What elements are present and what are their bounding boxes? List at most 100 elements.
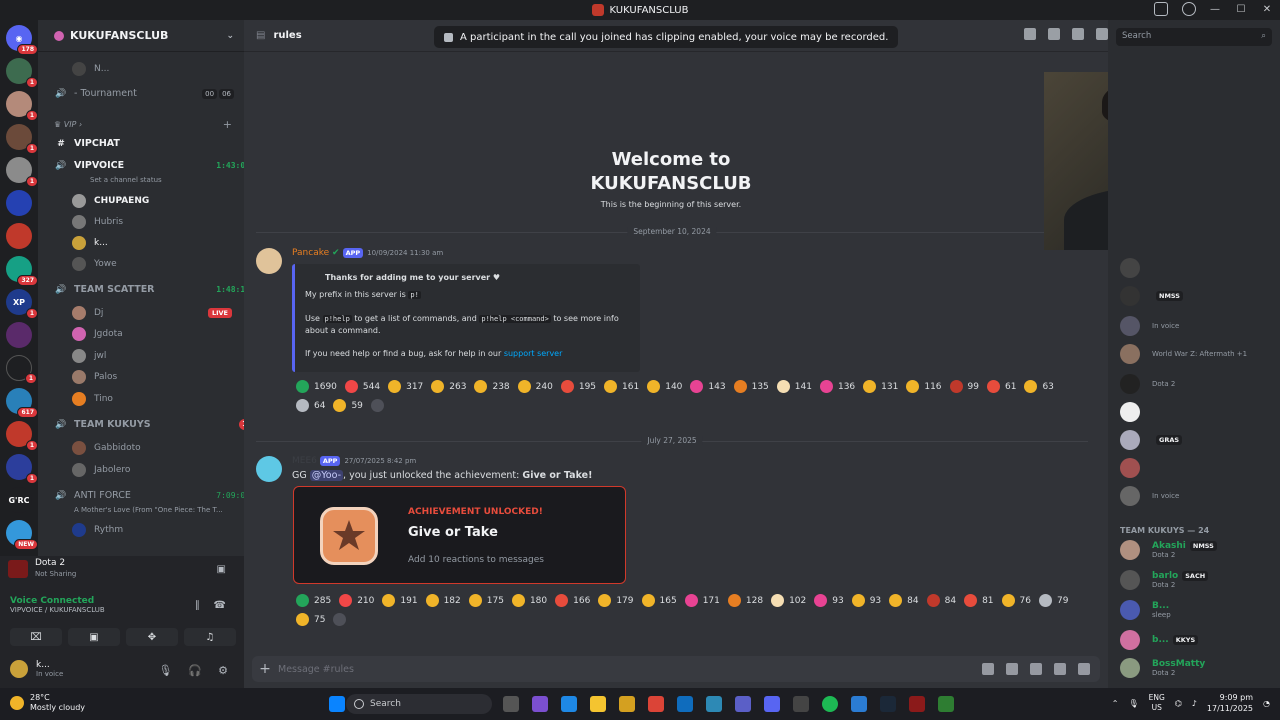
reaction[interactable]: 136	[819, 380, 855, 393]
emoji-icon[interactable]	[1054, 663, 1066, 675]
reaction[interactable]: 75	[296, 613, 325, 626]
outlook-icon[interactable]	[676, 696, 693, 712]
message-input[interactable]: Message #rules	[278, 664, 354, 675]
channel-vipchat[interactable]: # VIPCHAT	[54, 138, 244, 149]
server-icon[interactable]: 327	[6, 256, 38, 286]
clock[interactable]: 9:09 pm 17/11/2025	[1207, 692, 1253, 714]
channel-team-scatter[interactable]: 🔊 TEAM SCATTER 1:48:18	[54, 284, 244, 295]
help-icon[interactable]	[1182, 2, 1196, 16]
reaction[interactable]: 180	[511, 594, 547, 607]
channel-team-kukuys[interactable]: 🔊TEAM KUKUYS1	[54, 419, 244, 430]
settings-icon[interactable]	[792, 696, 809, 712]
server-icon[interactable]	[6, 322, 32, 348]
store-icon[interactable]	[618, 696, 635, 712]
volume-icon[interactable]: ♪	[1192, 699, 1197, 708]
author-name[interactable]: MEE6	[292, 456, 317, 466]
member-item[interactable]: NMSS	[1120, 286, 1183, 306]
member-item[interactable]	[1120, 258, 1152, 278]
close-button[interactable]: ✕	[1254, 0, 1280, 20]
copilot-icon[interactable]	[531, 696, 548, 712]
reaction[interactable]: 143	[690, 380, 726, 393]
voice-user[interactable]: Yowe	[72, 257, 117, 271]
server-icon[interactable]: XP 1	[6, 289, 38, 319]
server-icon[interactable]: 1	[6, 454, 38, 484]
reaction[interactable]: 544	[344, 380, 380, 393]
headphones-icon[interactable]: 🎧	[188, 664, 202, 677]
channel-tournament[interactable]: 🔊 - Tournament 00 06	[54, 88, 244, 99]
threads-icon[interactable]	[1024, 28, 1036, 40]
reaction[interactable]: 1690	[296, 380, 337, 393]
reaction[interactable]: 135	[733, 380, 769, 393]
add-channel-icon[interactable]: +	[223, 118, 232, 131]
voice-user[interactable]: Jabolero	[72, 463, 130, 477]
reaction[interactable]: 171	[684, 594, 720, 607]
apps-icon[interactable]	[1078, 663, 1090, 675]
maximize-button[interactable]: ☐	[1228, 0, 1254, 20]
members-icon[interactable]	[1096, 28, 1108, 40]
reaction[interactable]: 81	[964, 594, 994, 607]
server-icon[interactable]: 1	[6, 355, 37, 384]
app-icon[interactable]	[705, 696, 722, 712]
sticker-icon[interactable]	[1030, 663, 1042, 675]
add-reaction-button[interactable]	[370, 399, 384, 412]
reaction[interactable]: 182	[425, 594, 461, 607]
avatar[interactable]	[256, 456, 282, 482]
server-icon[interactable]: NEW	[6, 520, 38, 550]
activities-button[interactable]: ✥	[126, 628, 178, 646]
chevron-up-icon[interactable]: ⌃	[1112, 699, 1119, 708]
inbox-icon[interactable]	[1154, 2, 1168, 16]
reaction[interactable]: 175	[468, 594, 504, 607]
reaction[interactable]: 179	[598, 594, 634, 607]
task-view-icon[interactable]	[502, 696, 519, 712]
voice-user[interactable]: Gabbidoto	[72, 441, 141, 455]
member-item[interactable]	[1120, 458, 1152, 478]
server-icon[interactable]: 1	[6, 91, 38, 121]
reaction[interactable]: 140	[647, 380, 682, 393]
voice-user[interactable]: Hubris	[72, 215, 123, 229]
reaction[interactable]: 84	[889, 594, 919, 607]
noise-suppression-icon[interactable]: ∥	[195, 600, 200, 611]
current-user[interactable]: k... In voice	[10, 660, 63, 678]
share-screen-icon[interactable]: ▣	[217, 564, 226, 575]
disconnect-icon[interactable]: ☎	[214, 600, 226, 611]
voice-user[interactable]: Palos	[72, 370, 117, 384]
reaction[interactable]: 116	[906, 380, 942, 393]
support-server-link[interactable]: support server	[504, 349, 563, 358]
bell-icon[interactable]	[1048, 28, 1060, 40]
app-icon[interactable]	[937, 696, 954, 712]
teams-icon[interactable]	[734, 696, 751, 712]
member-item[interactable]: barlo SACH Dota 2	[1120, 570, 1209, 590]
start-menu-icon[interactable]	[328, 696, 345, 712]
reaction[interactable]: 102	[771, 594, 806, 607]
author-name[interactable]: Pancake	[292, 248, 329, 258]
voice-user[interactable]: CHUPAENG	[72, 194, 149, 208]
voice-user[interactable]: Tino	[72, 392, 113, 406]
taskbar-search[interactable]: Search	[346, 694, 492, 714]
reaction[interactable]: 317	[388, 380, 423, 393]
reaction[interactable]: 93	[814, 594, 844, 607]
microphone-icon[interactable]: 🎙	[1128, 699, 1138, 708]
member-item[interactable]: In voice	[1120, 316, 1179, 336]
server-icon[interactable]: 1	[6, 124, 38, 154]
reaction[interactable]: 64	[296, 399, 325, 412]
voice-user[interactable]: jwl	[72, 349, 106, 363]
channel-status[interactable]: Set a channel status	[90, 176, 162, 184]
camera-button[interactable]: ⌧	[10, 628, 62, 646]
reaction[interactable]: 61	[986, 380, 1016, 393]
channel-anti-force[interactable]: 🔊 ANTI FORCE 7:09:00	[54, 490, 244, 501]
reaction[interactable]: 240	[517, 380, 553, 393]
reaction[interactable]: 84	[926, 594, 956, 607]
voice-connected[interactable]: Voice Connected VIPVOICE / KUKUFANSCLUB	[10, 596, 105, 614]
member-item[interactable]: In voice	[1120, 486, 1179, 506]
chrome-icon[interactable]	[647, 696, 664, 712]
voice-user[interactable]: Dj	[72, 306, 103, 320]
server-icon[interactable]: 1	[6, 421, 38, 451]
channel-vipvoice[interactable]: 🔊 VIPVOICE 1:43:02	[54, 160, 244, 171]
server-icon[interactable]: 1	[6, 157, 38, 187]
discord-icon[interactable]	[763, 696, 780, 712]
reaction[interactable]: 285	[296, 594, 331, 607]
reaction[interactable]: 166	[555, 594, 590, 607]
server-icon[interactable]: G'RC	[6, 487, 32, 513]
server-icon[interactable]: 1	[6, 58, 38, 88]
minimize-button[interactable]: —	[1202, 0, 1228, 20]
